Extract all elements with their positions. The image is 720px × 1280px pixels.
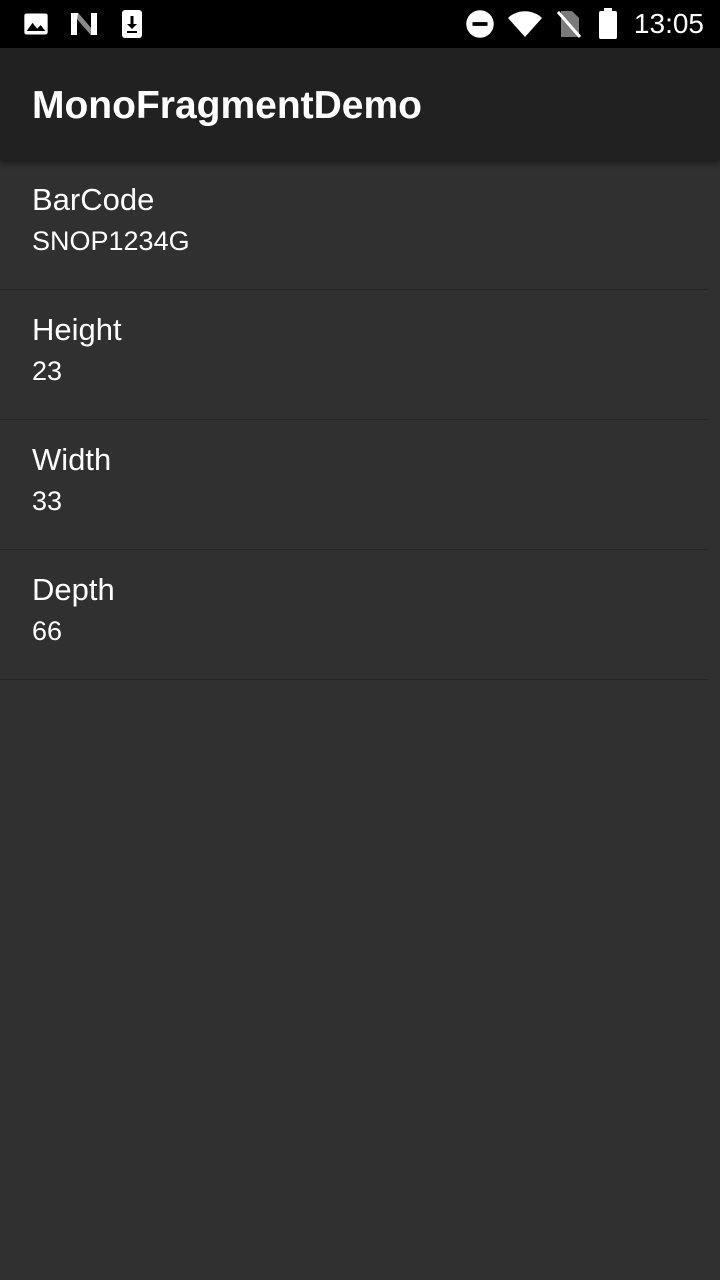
no-sim-icon <box>554 0 584 48</box>
list-item-height[interactable]: Height 23 <box>0 290 708 420</box>
list-item-width[interactable]: Width 33 <box>0 420 708 550</box>
wifi-icon <box>506 0 544 48</box>
item-label: Depth <box>32 572 115 607</box>
item-label: Height <box>32 312 122 347</box>
app-title: MonoFragmentDemo <box>32 84 422 127</box>
do-not-disturb-icon <box>464 0 496 48</box>
list-item-depth[interactable]: Depth 66 <box>0 550 708 680</box>
n-logo-icon <box>66 0 102 48</box>
battery-icon <box>596 0 620 48</box>
status-time: 13:05 <box>633 8 704 39</box>
item-value: 23 <box>32 356 63 386</box>
download-icon <box>118 0 146 48</box>
image-icon <box>20 0 52 48</box>
item-value: 66 <box>32 616 63 646</box>
item-label: BarCode <box>32 182 155 217</box>
list-item-barcode[interactable]: BarCode SNOP1234G <box>0 160 708 290</box>
status-bar: 13:05 <box>0 0 720 48</box>
property-list: BarCode SNOP1234G Height 23 Width 33 Dep… <box>0 160 720 680</box>
item-value: SNOP1234G <box>32 226 190 256</box>
app-bar: MonoFragmentDemo <box>0 48 720 160</box>
item-label: Width <box>32 442 112 477</box>
item-value: 33 <box>32 486 63 516</box>
